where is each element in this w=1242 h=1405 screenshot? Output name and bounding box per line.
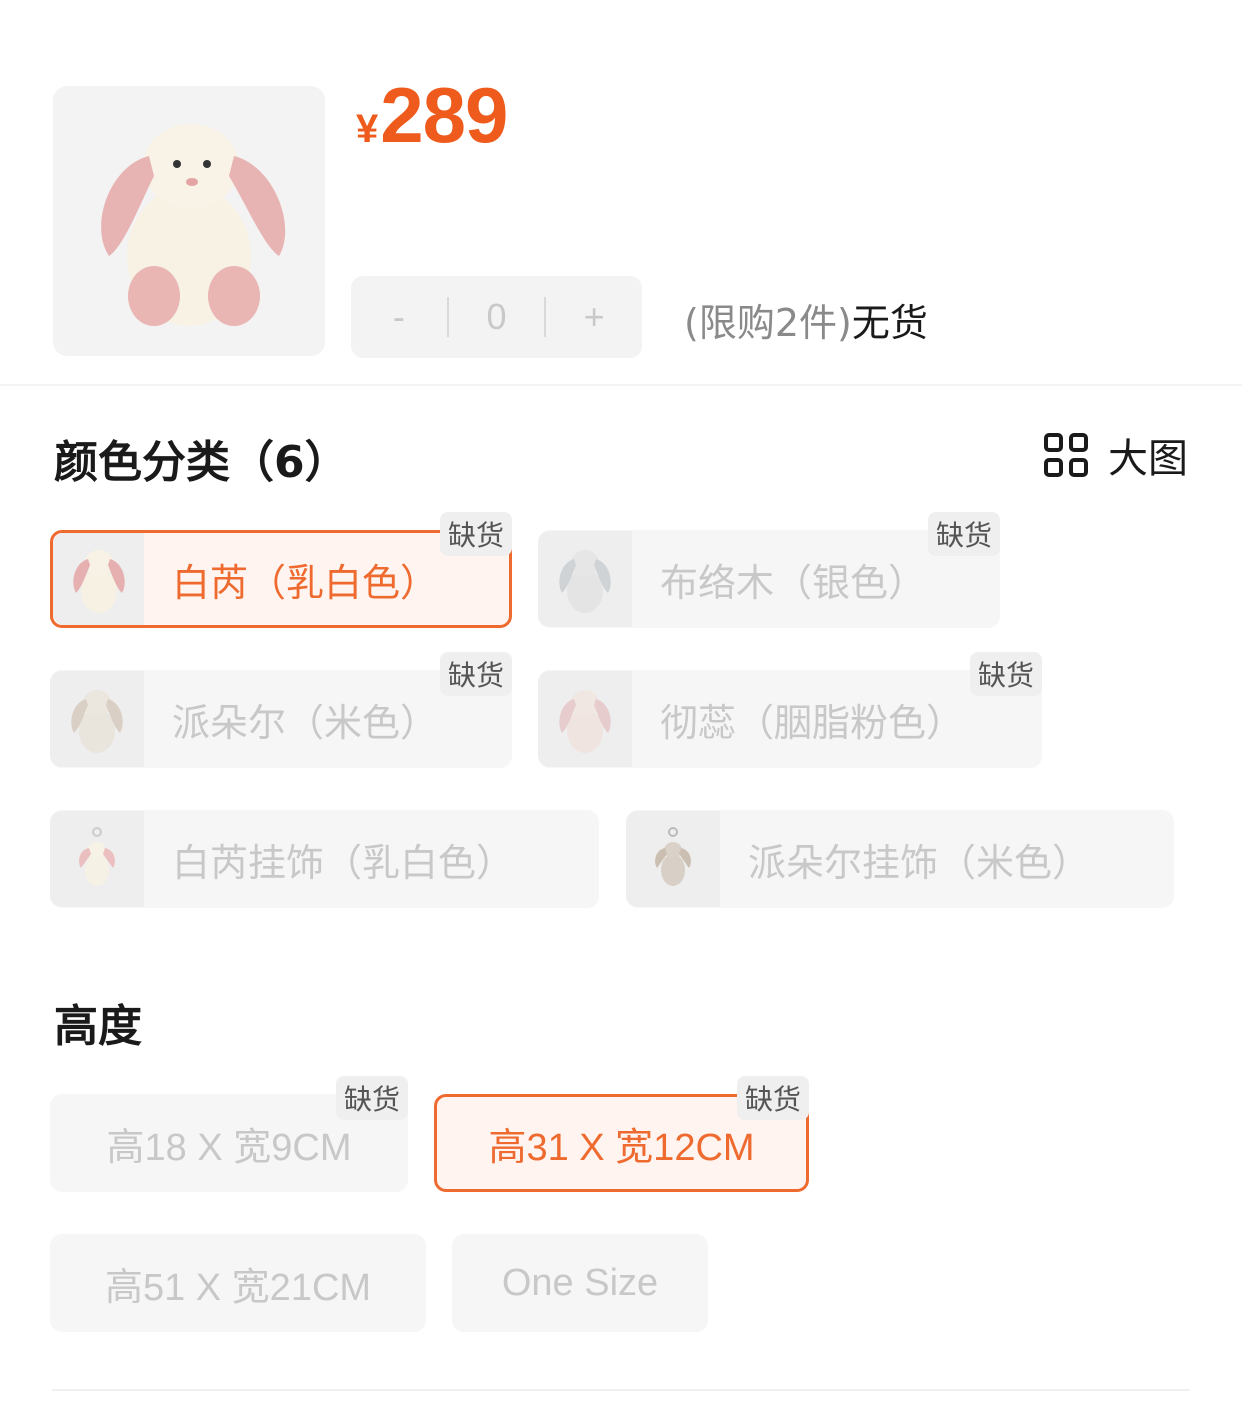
color-option-label: 彻蕊（胭脂粉色） — [660, 700, 965, 745]
bunny-thumb-icon — [53, 533, 144, 625]
size-option-label: 高31 X 宽12CM — [488, 1126, 755, 1169]
big-view-toggle[interactable]: 大图 — [1044, 426, 1188, 484]
size-option[interactable]: One Size — [452, 1234, 708, 1332]
limit-text: (限购2件) — [684, 301, 852, 345]
color-option[interactable]: 派朵尔（米色） 缺货 — [50, 652, 512, 768]
color-option-label: 派朵尔（米色） — [172, 700, 439, 745]
quantity-value[interactable]: 0 — [449, 296, 545, 338]
out-of-stock-badge: 缺货 — [439, 652, 512, 696]
color-option[interactable]: 白芮挂饰（乳白色） — [50, 810, 599, 908]
increment-button[interactable]: + — [546, 296, 642, 338]
out-of-stock-badge: 缺货 — [736, 1076, 809, 1120]
size-option-label: 高51 X 宽21CM — [104, 1266, 372, 1309]
color-option[interactable]: 白芮（乳白色） 缺货 — [50, 512, 512, 628]
bunny-keychain-thumb-icon — [50, 811, 144, 907]
price-value: 289 — [380, 71, 508, 159]
divider — [0, 384, 1242, 386]
size-option-label: 高18 X 宽9CM — [106, 1126, 352, 1169]
color-option-label: 派朵尔挂饰（米色） — [748, 840, 1091, 885]
color-option-label: 布络木（银色） — [660, 560, 927, 605]
bunny-thumb-icon — [538, 671, 632, 767]
price: ¥ 289 — [356, 70, 508, 161]
currency-symbol: ¥ — [356, 107, 379, 151]
size-option[interactable]: 高18 X 宽9CM 缺货 — [50, 1076, 408, 1192]
color-option[interactable]: 布络木（银色） 缺货 — [538, 512, 1000, 628]
color-option[interactable]: 彻蕊（胭脂粉色） 缺货 — [538, 652, 1042, 768]
size-option[interactable]: 高51 X 宽21CM — [50, 1234, 426, 1332]
color-option-label: 白芮（乳白色） — [172, 560, 439, 605]
divider — [52, 1389, 1190, 1391]
bunny-keychain-thumb-icon — [626, 811, 720, 907]
color-option[interactable]: 派朵尔挂饰（米色） — [626, 810, 1174, 908]
grid-icon — [1044, 433, 1088, 477]
size-option[interactable]: 高31 X 宽12CM 缺货 — [434, 1076, 809, 1192]
decrement-button[interactable]: - — [351, 296, 447, 338]
out-of-stock-badge: 缺货 — [927, 512, 1000, 556]
bunny-image-icon — [101, 124, 286, 326]
out-of-stock-badge: 缺货 — [439, 512, 512, 556]
size-option-label: One Size — [501, 1261, 659, 1304]
color-section-title: 颜色分类（6） — [54, 437, 349, 488]
out-of-stock-badge: 缺货 — [969, 652, 1042, 696]
color-option-label: 白芮挂饰（乳白色） — [172, 840, 515, 885]
out-of-stock-badge: 缺货 — [335, 1076, 408, 1120]
bunny-thumb-icon — [538, 531, 632, 627]
quantity-stepper: - 0 + — [351, 276, 642, 358]
size-section-title: 高度 — [54, 1001, 142, 1052]
purchase-limit: (限购2件)无货 — [684, 292, 928, 347]
big-view-label: 大图 — [1108, 436, 1188, 482]
stock-status: 无货 — [851, 301, 928, 345]
product-image[interactable] — [53, 86, 325, 356]
bunny-thumb-icon — [50, 671, 144, 767]
